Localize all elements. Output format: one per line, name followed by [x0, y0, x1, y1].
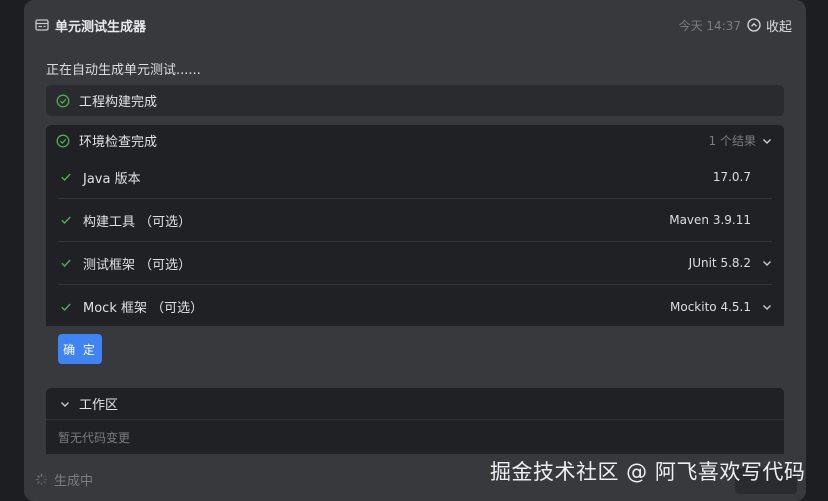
build-step-label: 工程构建完成 — [79, 95, 158, 110]
result-count: 1 个结果 — [708, 134, 756, 148]
watermark-text: 掘金技术社区 @ 阿飞喜欢写代码 — [490, 460, 806, 484]
timestamp: 今天 14:37 — [678, 18, 741, 33]
workspace-panel: 工作区 暂无代码变更 — [46, 388, 784, 454]
env-row-value: JUnit 5.8.2 — [688, 256, 751, 270]
chevron-down-icon[interactable] — [762, 302, 772, 312]
env-row-name: 测试框架 （可选） — [83, 257, 192, 273]
env-row-mock-framework[interactable]: Mock 框架 （可选） Mockito 4.5.1 — [58, 285, 772, 328]
build-step-bar[interactable]: 工程构建完成 — [46, 85, 784, 116]
env-row-build-tool: 构建工具 （可选） Maven 3.9.11 — [58, 199, 772, 242]
check-icon — [61, 259, 71, 267]
env-row-java: Java 版本 17.0.7 — [58, 156, 772, 199]
generator-tool-icon — [35, 19, 49, 31]
collapse-button[interactable]: 收起 — [766, 16, 792, 35]
env-row-value: Maven 3.9.11 — [669, 213, 751, 227]
card-title: 单元测试生成器 — [55, 19, 147, 35]
loading-spinner-icon — [35, 473, 48, 486]
workspace-header[interactable]: 工作区 — [46, 388, 784, 420]
env-row-value: 17.0.7 — [712, 170, 751, 184]
generating-label: 生成中 — [54, 474, 94, 489]
chevron-down-icon[interactable] — [60, 399, 70, 409]
workspace-label: 工作区 — [79, 398, 119, 413]
env-row-value: Mockito 4.5.1 — [670, 299, 751, 314]
card-header: 单元测试生成器 今天 14:37 收起 — [35, 14, 792, 36]
env-row-name: Mock 框架 （可选） — [83, 301, 204, 316]
generation-status-text: 正在自动生成单元测试...... — [46, 63, 201, 78]
check-icon — [61, 216, 71, 224]
unit-test-generator-card: 单元测试生成器 今天 14:37 收起 正在自动生成单元测试...... 工程构… — [24, 0, 806, 501]
check-icon — [61, 173, 71, 181]
env-check-label: 环境检查完成 — [79, 135, 158, 150]
collapse-icon[interactable] — [747, 18, 761, 32]
workspace-empty-text: 暂无代码变更 — [58, 431, 131, 445]
circle-check-icon — [56, 134, 70, 147]
env-check-panel: 环境检查完成 1 个结果 Java 版本 17.0.7 构建工具 （可选） Ma — [46, 125, 784, 326]
check-icon — [61, 303, 71, 311]
circle-check-icon — [56, 94, 70, 107]
header-right: 今天 14:37 收起 — [679, 16, 792, 35]
env-row-test-framework[interactable]: 测试框架 （可选） JUnit 5.8.2 — [58, 242, 772, 285]
env-row-name: Java 版本 — [83, 171, 141, 187]
env-row-name: 构建工具 （可选） — [83, 214, 192, 230]
chevron-down-icon[interactable] — [762, 136, 772, 146]
generation-footer-status: 生成中 — [35, 470, 93, 489]
chevron-down-icon[interactable] — [762, 258, 772, 268]
confirm-button[interactable]: 确 定 — [58, 334, 102, 364]
env-check-header[interactable]: 环境检查完成 1 个结果 — [46, 125, 784, 156]
env-check-rows: Java 版本 17.0.7 构建工具 （可选） Maven 3.9.11 测试… — [46, 156, 784, 328]
